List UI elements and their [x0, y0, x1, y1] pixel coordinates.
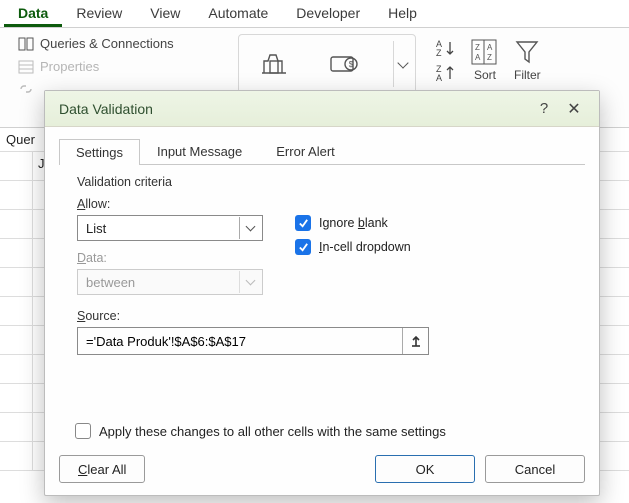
- ribbon-tab-review[interactable]: Review: [62, 1, 136, 27]
- checkbox-checked-icon: [295, 215, 311, 231]
- ignore-blank-label: Ignore blank: [319, 216, 388, 230]
- source-input[interactable]: [78, 334, 402, 349]
- dialog-tabs: Settings Input Message Error Alert: [59, 137, 585, 165]
- validation-criteria-label: Validation criteria: [77, 175, 567, 189]
- filter-button[interactable]: Filter: [514, 38, 541, 82]
- checkbox-empty-icon: [75, 423, 91, 439]
- ignore-blank-checkbox[interactable]: Ignore blank: [295, 215, 411, 231]
- filter-label: Filter: [514, 68, 541, 82]
- incell-dropdown-label: In-cell dropdown: [319, 240, 411, 254]
- ribbon-tabs: Data Review View Automate Developer Help: [0, 0, 629, 28]
- data-types-dropdown[interactable]: [393, 41, 411, 87]
- queries-connections-label: Queries & Connections: [40, 36, 174, 51]
- ribbon-tab-help[interactable]: Help: [374, 1, 431, 27]
- queries-connections-group: Queries & Connections Properties: [14, 34, 214, 98]
- source-input-wrap: [77, 327, 429, 355]
- data-value: between: [86, 275, 135, 290]
- dialog-title: Data Validation: [59, 101, 529, 117]
- data-combobox: between: [77, 269, 263, 295]
- allow-dropdown-arrow[interactable]: [239, 217, 261, 239]
- dialog-close-button[interactable]: ✕: [559, 99, 589, 119]
- svg-text:Z: Z: [475, 43, 480, 52]
- sort-asc-button[interactable]: AZ: [434, 38, 456, 61]
- properties-button[interactable]: Properties: [14, 57, 214, 76]
- properties-icon: [18, 60, 34, 74]
- dialog-button-row: Clear All OK Cancel: [59, 455, 585, 483]
- dialog-titlebar[interactable]: Data Validation ? ✕: [45, 91, 599, 127]
- data-label: Data:: [77, 251, 267, 265]
- range-select-button[interactable]: [402, 328, 428, 354]
- svg-text:A: A: [475, 53, 481, 62]
- sort-filter-group: AZ ZA ZAAZ Sort Filter: [434, 34, 541, 86]
- svg-text:A: A: [487, 43, 493, 52]
- cancel-button[interactable]: Cancel: [485, 455, 585, 483]
- ribbon-tab-automate[interactable]: Automate: [194, 1, 282, 27]
- ribbon-tab-view[interactable]: View: [136, 1, 194, 27]
- currencies-button[interactable]: $: [327, 47, 361, 81]
- links-icon: [18, 82, 34, 96]
- svg-text:Z: Z: [436, 48, 442, 58]
- allow-label: Allow:: [77, 197, 267, 211]
- svg-text:A: A: [436, 73, 442, 83]
- ribbon-tab-developer[interactable]: Developer: [282, 1, 374, 27]
- tab-error-alert[interactable]: Error Alert: [259, 138, 352, 164]
- queries-icon: [18, 37, 34, 51]
- chevron-down-icon: [246, 222, 256, 232]
- clear-all-button[interactable]: Clear All: [59, 455, 145, 483]
- incell-dropdown-checkbox[interactable]: In-cell dropdown: [295, 239, 411, 255]
- sort-button[interactable]: ZAAZ Sort: [470, 38, 500, 82]
- chevron-down-icon: [246, 276, 256, 286]
- checkbox-checked-icon: [295, 239, 311, 255]
- stocks-button[interactable]: [257, 47, 291, 81]
- data-validation-dialog: Data Validation ? ✕ Settings Input Messa…: [44, 90, 600, 496]
- chevron-down-icon: [397, 57, 408, 68]
- tab-settings[interactable]: Settings: [59, 139, 140, 165]
- allow-combobox[interactable]: List: [77, 215, 263, 241]
- svg-text:Z: Z: [487, 53, 492, 62]
- sort-label: Sort: [474, 68, 496, 82]
- ribbon-tab-data[interactable]: Data: [4, 1, 62, 27]
- data-dropdown-arrow: [239, 271, 261, 293]
- allow-value: List: [86, 221, 106, 236]
- sort-desc-button[interactable]: ZA: [434, 63, 456, 86]
- tab-input-message[interactable]: Input Message: [140, 138, 259, 164]
- data-types-group: $: [238, 34, 416, 94]
- dialog-help-button[interactable]: ?: [529, 100, 559, 117]
- properties-label: Properties: [40, 59, 99, 74]
- apply-all-label: Apply these changes to all other cells w…: [99, 424, 446, 439]
- queries-connections-button[interactable]: Queries & Connections: [14, 34, 214, 53]
- source-label: Source:: [77, 309, 567, 323]
- ok-button[interactable]: OK: [375, 455, 475, 483]
- svg-text:$: $: [349, 60, 354, 69]
- apply-all-checkbox[interactable]: Apply these changes to all other cells w…: [75, 423, 446, 439]
